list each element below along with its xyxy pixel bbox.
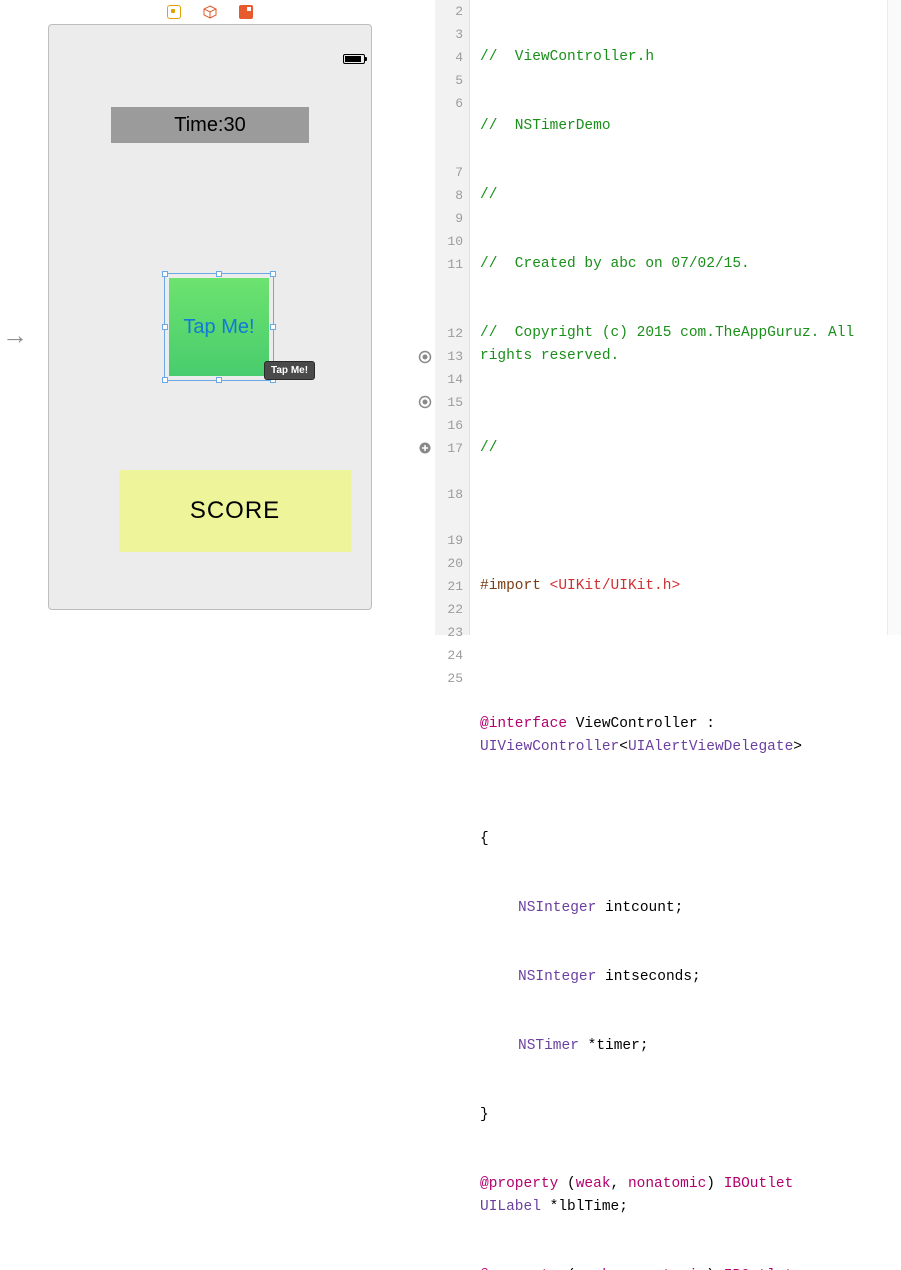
- code-editor[interactable]: 2 3 4 5 6 7 8 9 10 11 12 13 14 15 16 17 …: [414, 0, 901, 635]
- line-number: 11: [435, 253, 463, 322]
- code-content[interactable]: // ViewController.h // NSTimerDemo // //…: [470, 0, 887, 635]
- resize-handle[interactable]: [162, 377, 168, 383]
- line-number: 2: [435, 0, 463, 23]
- code-line: @property (weak, nonatomic) IBOutlet UIL…: [480, 1173, 860, 1219]
- selection-tooltip: Tap Me!: [264, 361, 315, 380]
- code-line: [480, 644, 887, 667]
- scrollbar[interactable]: [887, 0, 901, 635]
- editor-gutter: 2 3 4 5 6 7 8 9 10 11 12 13 14 15 16 17 …: [414, 0, 470, 635]
- line-number: 9: [435, 207, 463, 230]
- line-number: 17: [435, 437, 463, 483]
- code-line: {: [480, 828, 887, 851]
- next-arrow-icon[interactable]: →: [2, 322, 28, 348]
- code-line: NSTimer *timer;: [480, 1035, 887, 1058]
- line-number: 13: [435, 345, 463, 368]
- line-number: 3: [435, 23, 463, 46]
- time-label[interactable]: Time:30: [111, 107, 309, 143]
- cube-icon[interactable]: [203, 5, 217, 19]
- code-line: #import <UIKit/UIKit.h>: [480, 575, 887, 598]
- export-icon[interactable]: [239, 5, 253, 19]
- outlet-connection-icon[interactable]: [418, 350, 432, 364]
- line-number: 8: [435, 184, 463, 207]
- line-number: 15: [435, 391, 463, 414]
- code-line: }: [480, 1104, 887, 1127]
- score-label[interactable]: SCORE: [119, 470, 351, 552]
- code-line: //: [480, 437, 887, 460]
- line-numbers: 2 3 4 5 6 7 8 9 10 11 12 13 14 15 16 17 …: [435, 0, 469, 635]
- ib-toolbar: [34, 2, 386, 22]
- tap-me-button[interactable]: Tap Me!: [169, 278, 269, 376]
- resize-handle[interactable]: [270, 271, 276, 277]
- line-number: 18: [435, 483, 463, 529]
- resize-handle[interactable]: [216, 271, 222, 277]
- tap-button-selection[interactable]: Tap Me!: [164, 273, 274, 381]
- line-number: 16: [435, 414, 463, 437]
- line-number: 7: [435, 161, 463, 184]
- line-number: 20: [435, 552, 463, 575]
- outlet-connection-icon[interactable]: [418, 395, 432, 409]
- resize-handle[interactable]: [270, 324, 276, 330]
- line-number: 22: [435, 598, 463, 621]
- device-frame: Time:30 Tap Me! Tap Me! SCORE: [48, 24, 372, 610]
- line-number: 19: [435, 529, 463, 552]
- left-gutter: →: [0, 0, 34, 635]
- code-line: //: [480, 184, 887, 207]
- code-line: // Created by abc on 07/02/15.: [480, 253, 887, 276]
- line-number: 21: [435, 575, 463, 598]
- line-number: 23: [435, 621, 463, 644]
- action-connection-icon[interactable]: [418, 441, 432, 455]
- line-number: 14: [435, 368, 463, 391]
- interface-builder-panel: Time:30 Tap Me! Tap Me! SCORE: [34, 0, 386, 635]
- code-line: // ViewController.h: [480, 46, 887, 69]
- line-number: 12: [435, 322, 463, 345]
- resize-handle[interactable]: [162, 324, 168, 330]
- line-number: 6: [435, 92, 463, 161]
- code-line: @property (weak, nonatomic) IBOutlet UIL…: [480, 1265, 860, 1270]
- line-number: 25: [435, 667, 463, 690]
- code-line: @interface ViewController : UIViewContro…: [480, 713, 860, 782]
- resize-handle[interactable]: [162, 271, 168, 277]
- code-line: [480, 506, 887, 529]
- code-line: NSInteger intcount;: [480, 897, 887, 920]
- code-line: NSInteger intseconds;: [480, 966, 887, 989]
- stack-icon[interactable]: [167, 5, 181, 19]
- code-line: // NSTimerDemo: [480, 115, 887, 138]
- line-number: 10: [435, 230, 463, 253]
- status-bar: [343, 51, 365, 63]
- code-line: // Copyright (c) 2015 com.TheAppGuruz. A…: [480, 322, 860, 391]
- line-number: 24: [435, 644, 463, 667]
- resize-handle[interactable]: [216, 377, 222, 383]
- panel-divider[interactable]: [386, 0, 414, 635]
- battery-icon: [343, 54, 365, 64]
- line-number: 4: [435, 46, 463, 69]
- line-number: 5: [435, 69, 463, 92]
